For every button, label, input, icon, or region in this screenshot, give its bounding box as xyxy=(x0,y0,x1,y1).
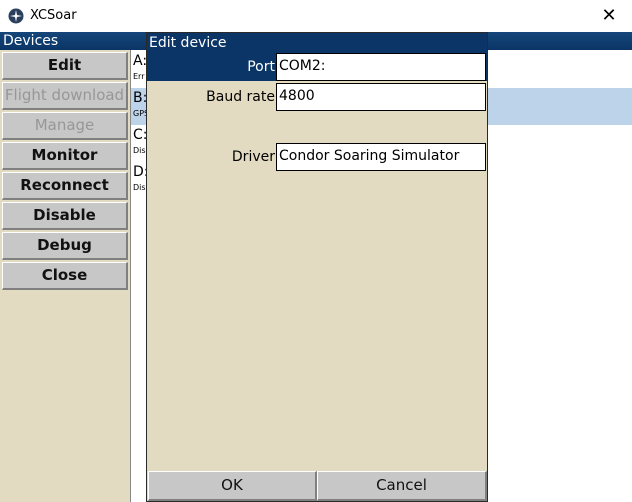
ok-button[interactable]: OK xyxy=(148,471,317,501)
edit-button[interactable]: Edit xyxy=(2,52,128,80)
device-status: Dis xyxy=(133,146,146,155)
xcsoar-app-icon xyxy=(8,8,24,24)
driver-field[interactable]: Condor Soaring Simulator xyxy=(276,143,486,171)
device-status: Err xyxy=(133,72,145,81)
edit-device-title: Edit device xyxy=(149,35,227,51)
edit-device-titlebar: Edit device xyxy=(147,33,487,53)
driver-label: Driver xyxy=(231,149,275,165)
flight-download-button[interactable]: Flight download xyxy=(2,82,128,110)
port-label: Port xyxy=(247,59,275,75)
close-button[interactable]: Close xyxy=(2,262,128,290)
edit-device-dialog: Edit device Port COM2: Baud rate 4800 Dr… xyxy=(146,32,488,502)
device-status: Dis xyxy=(133,183,146,192)
window-titlebar: XCSoar ✕ xyxy=(0,0,632,32)
disable-button[interactable]: Disable xyxy=(2,202,128,230)
window-title: XCSoar xyxy=(30,8,77,23)
device-slot-label: A: xyxy=(133,53,148,69)
baud-rate-field[interactable]: 4800 xyxy=(276,83,486,111)
client-area: Devices Edit Flight download Manage Moni… xyxy=(0,32,632,502)
reconnect-button[interactable]: Reconnect xyxy=(2,172,128,200)
baud-rate-label: Baud rate xyxy=(206,89,275,105)
port-field[interactable]: COM2: xyxy=(276,53,486,81)
cancel-button[interactable]: Cancel xyxy=(317,471,487,501)
window-close-button[interactable]: ✕ xyxy=(586,0,632,32)
devices-title: Devices xyxy=(3,33,59,49)
manage-button[interactable]: Manage xyxy=(2,112,128,140)
devices-button-panel: Edit Flight download Manage Monitor Reco… xyxy=(0,50,130,502)
monitor-button[interactable]: Monitor xyxy=(2,142,128,170)
debug-button[interactable]: Debug xyxy=(2,232,128,260)
